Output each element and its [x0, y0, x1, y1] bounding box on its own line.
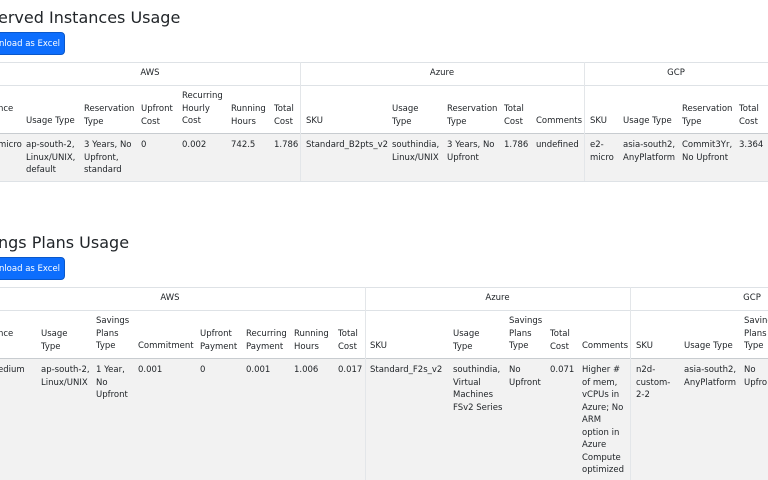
column-header: Running Hours — [231, 104, 266, 127]
table-cell: undefined — [536, 140, 579, 150]
column-header: SKU — [370, 341, 387, 351]
column-header: Total Cost — [504, 104, 524, 127]
table-cell: 0 — [200, 365, 206, 375]
table-cell: e2-micro — [590, 140, 614, 163]
table-cell: 1.786 — [274, 140, 299, 150]
column-header: Total Cost — [550, 329, 570, 352]
table-cell: 742.5 — [231, 140, 256, 150]
column-header: Total Cost — [739, 104, 759, 127]
table-cell: 0.002 — [182, 140, 207, 150]
column-header: Usage Type — [41, 329, 68, 352]
column-header: Upfront Payment — [200, 329, 238, 352]
group-divider — [300, 62, 301, 181]
reserved-download-excel-button[interactable]: nload as Excel — [0, 32, 65, 55]
table-cell: 0.071 — [550, 365, 575, 375]
table-border — [0, 62, 768, 63]
column-header: Reservation Type — [447, 104, 498, 127]
group-header-gcp: GCP — [667, 68, 685, 78]
column-header: nce — [0, 104, 14, 114]
column-header: Usage Type — [26, 116, 75, 126]
column-header: nce — [0, 329, 14, 339]
table-cell: 0.017 — [338, 365, 363, 375]
column-header: Recurring Hourly Cost — [182, 91, 223, 126]
group-divider — [584, 62, 585, 181]
column-header: Comments — [582, 341, 629, 351]
column-header: Total Cost — [338, 329, 358, 352]
column-header: Savings Plans Type — [96, 316, 130, 351]
table-cell: No Upfront — [509, 365, 541, 388]
group-divider — [630, 287, 631, 480]
table-cell: 0 — [141, 140, 147, 150]
table-cell: asia-south2, AnyPlatform — [623, 140, 676, 163]
column-header: Comments — [536, 116, 583, 126]
column-header: Usage Type — [453, 329, 480, 352]
table-cell: 0.001 — [138, 365, 163, 375]
group-divider — [365, 287, 366, 480]
table-cell: Standard_F2s_v2 — [370, 365, 443, 375]
column-header: SKU — [590, 116, 607, 126]
column-header: Upfront Cost — [141, 104, 173, 127]
table-cell: ap-south-2, Linux/UNIX, default — [26, 140, 76, 175]
table-cell: 1.006 — [294, 365, 319, 375]
group-header-aws: AWS — [160, 293, 180, 303]
column-header: Recurring Payment — [246, 329, 287, 352]
column-header: Usage Type — [392, 104, 419, 127]
table-cell: No Upfro — [744, 365, 768, 388]
table-cell: 0.001 — [246, 365, 271, 375]
column-header: SKU — [636, 341, 653, 351]
group-header-aws: AWS — [140, 68, 160, 78]
table-cell: ap-south-2, Linux/UNIX — [41, 365, 90, 388]
column-header: Saving Plans Type — [744, 316, 768, 351]
column-header: Reservation Type — [682, 104, 733, 127]
column-header: Usage Type — [684, 341, 733, 351]
table-border — [0, 181, 768, 182]
group-header-gcp: GCP — [743, 293, 761, 303]
savings-section-title: ngs Plans Usage — [0, 233, 130, 252]
group-header-azure: Azure — [429, 68, 455, 78]
table-cell: n2d-custom-2-2 — [636, 365, 671, 400]
reserved-section-title: erved Instances Usage — [0, 8, 181, 27]
column-header: Savings Plans Type — [509, 316, 543, 351]
table-cell: Commit3Yr, No Upfront — [682, 140, 733, 163]
table-cell: southindia, Virtual Machines FSv2 Series — [453, 365, 503, 413]
column-header: Usage Type — [623, 116, 672, 126]
table-cell: 3 Years, No Upfront, standard — [84, 140, 132, 175]
table-cell: 1.786 — [504, 140, 529, 150]
table-border — [0, 287, 768, 288]
group-header-azure: Azure — [485, 293, 510, 303]
table-cell: edium — [0, 365, 25, 375]
column-header: Reservation Type — [84, 104, 135, 127]
table-cell: 3 Years, No Upfront — [447, 140, 495, 163]
column-header: Running Hours — [294, 329, 329, 352]
table-cell: southindia, Linux/UNIX — [392, 140, 440, 163]
table-cell: 1 Year, No Upfront — [96, 365, 128, 400]
table-cell: asia-south2, AnyPlatform — [684, 365, 737, 388]
column-header: Commitment — [138, 341, 194, 351]
table-border — [0, 310, 768, 311]
column-header: SKU — [306, 116, 323, 126]
table-cell: Higher # of mem, vCPUs in Azure; No ARM … — [582, 365, 625, 475]
table-cell: 3.364 — [739, 140, 764, 150]
table-cell: micro — [0, 140, 22, 150]
table-cell: Standard_B2pts_v2 — [306, 140, 389, 150]
column-header: Total Cost — [274, 104, 294, 127]
savings-download-excel-button[interactable]: nload as Excel — [0, 257, 65, 280]
table-border — [0, 85, 768, 86]
